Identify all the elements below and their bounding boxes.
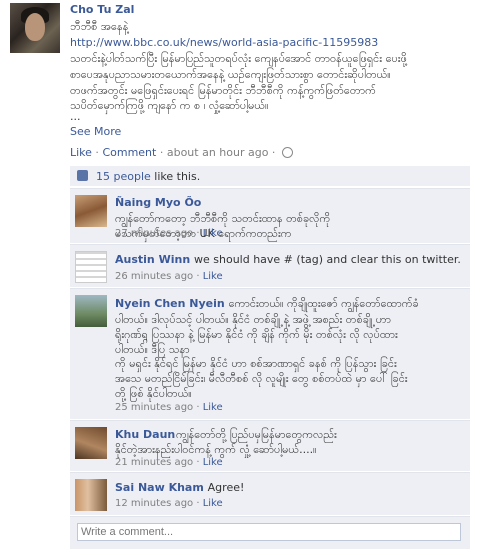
post-text-line: ဘီဘီစီ အနေနဲ့ [70,20,129,33]
comment-meta: 26 minutes ago · Like [115,271,223,282]
commenter-avatar[interactable] [75,427,107,459]
comment-item: Sai Naw Kham Agree! 12 minutes ago · Lik… [70,472,470,515]
post-text-line: စာပေအနုပညာသမားတယောက်အနေနဲ့ ယဉ်ကျေးဖြတ်သာ… [70,68,391,81]
action-separator: · [156,146,167,159]
news-feed-story: Cho Tu Zal ဘီဘီစီ အနေနဲ့ http://www.bbc.… [0,0,498,560]
like-comment-link[interactable]: Like [203,271,223,282]
comment-timestamp[interactable]: 26 minutes ago [115,271,193,282]
comment-text-line: Agree! [207,481,245,494]
comment-text-line: ကျွန်တော်ကတော့ ဘီဘီစီကို သတင်းထာန တစ်ခုလ… [115,212,331,225]
likes-count-link[interactable]: 15 people [96,170,151,183]
like-post-link[interactable]: Like [70,146,92,159]
action-separator: · [268,146,279,159]
comment-text-line: ကို မရှင်း နိုင်ရင် မြန်မာ နိုင်ငံ ဟာ စစ… [115,357,397,370]
like-comment-link[interactable]: Like [203,498,223,509]
comment-header: Austin Winn we should have # (tag) and c… [115,253,461,266]
see-more-link[interactable]: See More [70,125,121,138]
comment-timestamp[interactable]: 25 minutes ago [115,402,193,413]
commenter-name-link[interactable]: Nyein Chen Nyein [115,297,225,310]
post-timestamp[interactable]: about an hour ago [167,146,269,159]
post-text-line: သပိတ်မှောက်ကြဖို့ ကျနော် က စ ၊ လှုံ့ဆော်… [70,99,269,112]
like-comment-link[interactable]: Like [203,228,223,239]
likes-suffix: like this. [150,170,201,183]
like-comment-link[interactable]: Like [203,457,223,468]
commenter-avatar[interactable] [75,251,107,283]
comment-composer: Write a comment... [70,516,470,549]
author-avatar[interactable] [10,3,60,53]
post-author-link[interactable]: Cho Tu Zal [70,3,134,16]
action-separator: · [91,146,103,159]
commenter-avatar[interactable] [75,479,107,511]
post-text-line: သတင်းနဲ့ပါတ်သက်ပြီး မြန်မာပြည်သူတရပ်လုံး… [70,52,407,65]
comment-text-line: အသေ မတည်ငြိမ်ခြင်း၊ မီလီတီစစ် လို လူမျို… [115,372,408,385]
globe-icon [281,146,293,158]
comment-meta: 27 minutes ago · Like [115,228,223,239]
comment-meta: 25 minutes ago · Like [115,402,223,413]
comment-header: Nyein Chen Nyein ကောင်းတယ်။ ကိုချိုထူးဇေ… [115,297,419,313]
comment-text-line: တို့ ဖြစ် နိုင်ပါတယ်။ [115,387,192,400]
comment-timestamp[interactable]: 21 minutes ago [115,457,193,468]
commenter-avatar[interactable] [75,195,107,227]
comment-text-line: ရိုးဂုဏ်ရ္ဂ ပြဿနာ နဲ့ မြန်မာ နိုင်ငံ ကို… [115,328,398,341]
commenter-name-link[interactable]: Ñaing Myo Õo [115,196,201,209]
comment-post-link[interactable]: Comment [102,146,156,159]
commenter-name-link[interactable]: Austin Winn [115,253,190,266]
commenter-name-link[interactable]: Sai Naw Kham [115,481,204,494]
likes-text: 15 people like this. [96,170,200,183]
post-actions: Like · Comment · about an hour ago · [70,146,293,159]
post-shared-link[interactable]: http://www.bbc.co.uk/news/world-asia-pac… [70,36,378,49]
comment-timestamp[interactable]: 12 minutes ago [115,498,193,509]
likes-summary: 15 people like this. [70,166,470,186]
comment-text-line: ပါတယ်။ ဒါလုပ်သင့် ပါတယ်။ နိုင်ငံ တစ်ချို… [115,313,391,326]
comment-text-line: we should have # (tag) and clear this on… [194,253,461,266]
comment-text-line: ကျွန်တော်တို့ ပြည်ပမှမြန်မာတွေကလည်း [176,428,337,441]
comment-timestamp[interactable]: 27 minutes ago [115,228,193,239]
commenter-name-link[interactable]: Khu Daun [115,428,175,441]
comment-meta: 21 minutes ago · Like [115,457,223,468]
comment-header: Sai Naw Kham Agree! [115,481,244,494]
comment-meta-row: 27 minutes ago · Like [70,228,470,242]
comment-item: Nyein Chen Nyein ကောင်းတယ်။ ကိုချိုထူးဇေ… [70,288,470,419]
comment-text-line: ကောင်းတယ်။ ကိုချိုထူးဇော် ကျွန်တော်ထောက်… [228,297,419,310]
comment-item: Khu Daun ကျွန်တော်တို့ ပြည်ပမှမြန်မာတွေက… [70,420,470,471]
write-comment-input[interactable]: Write a comment... [77,523,461,541]
like-comment-link[interactable]: Like [203,402,223,413]
thumbs-up-icon [77,170,88,181]
comment-item: Austin Winn we should have # (tag) and c… [70,244,470,287]
post-text-line: တဖက်အတွင်း မဖြေရှင်းပေးရင် မြန်မာတိုင်း … [70,84,376,97]
commenter-avatar[interactable] [75,295,107,327]
comment-meta: 12 minutes ago · Like [115,498,223,509]
post-text-ellipsis: ... [70,110,81,123]
avatar-face-shape [25,13,45,41]
